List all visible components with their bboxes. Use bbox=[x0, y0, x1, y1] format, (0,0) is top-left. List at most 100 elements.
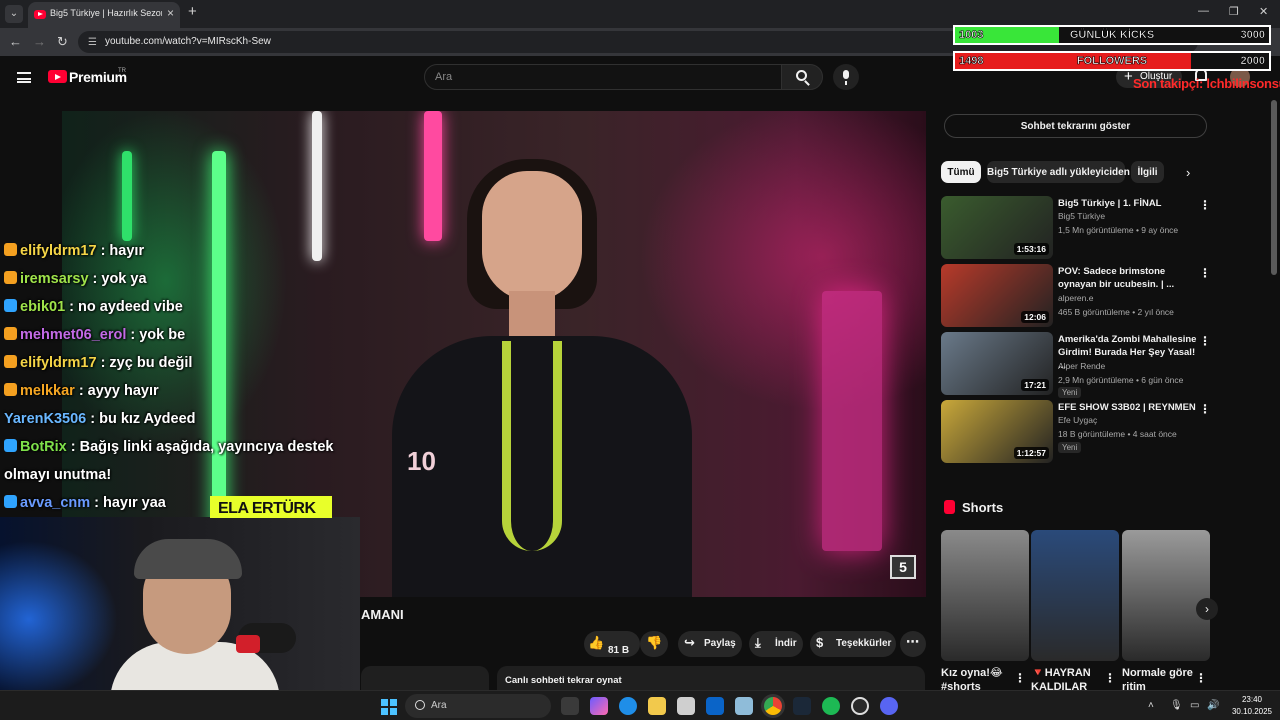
obs-icon[interactable] bbox=[851, 697, 869, 715]
microphone-mount bbox=[236, 635, 260, 653]
chip-label: Tümü bbox=[947, 167, 975, 178]
channel-name[interactable]: Alper Rende bbox=[1058, 361, 1105, 371]
steam-icon[interactable] bbox=[793, 697, 811, 715]
more-icon: ⋯ bbox=[906, 634, 919, 649]
tray-chevron-icon[interactable]: ˄ bbox=[1148, 700, 1154, 711]
download-button[interactable]: ⤓ İndir bbox=[749, 631, 803, 657]
video-title[interactable]: EFE SHOW S3B02 | REYNMEN bbox=[1058, 401, 1198, 414]
page-scrollbar[interactable] bbox=[1271, 100, 1277, 275]
tray-mic-icon[interactable]: 🎙 bbox=[1170, 700, 1183, 711]
chat-text: : ayyy hayır bbox=[78, 383, 159, 399]
chat-text: : yok ya bbox=[92, 271, 147, 287]
video-duration: 17:21 bbox=[1021, 379, 1049, 391]
shorts-next-button[interactable]: › bbox=[1196, 598, 1218, 620]
user-badge-icon bbox=[4, 439, 17, 452]
chip-uploader[interactable]: Big5 Türkiye adlı yükleyiciden bbox=[987, 161, 1130, 183]
recommendation-item[interactable]: 12:06 POV: Sadece brimstone oynayan bir u… bbox=[941, 264, 1211, 327]
goal-bar: 1498 FOLLOWERS 2000 bbox=[953, 51, 1271, 71]
share-icon: ↪ bbox=[684, 635, 695, 650]
like-count: 81 B bbox=[608, 645, 630, 656]
maximize-button[interactable]: ❐ bbox=[1229, 5, 1239, 18]
chat-message: ebik01: no aydeed vibe bbox=[4, 299, 183, 315]
taskbar-search[interactable]: Ara bbox=[405, 694, 551, 718]
show-chat-replay-button[interactable]: Sohbet tekrarını göster bbox=[944, 114, 1207, 138]
neon-light bbox=[312, 111, 322, 261]
neon-light bbox=[822, 291, 882, 551]
taskbar-search-label: Ara bbox=[431, 700, 447, 711]
new-tab-button[interactable]: + bbox=[188, 3, 197, 20]
short-thumbnail[interactable] bbox=[1122, 530, 1210, 661]
site-info-icon[interactable]: ☰ bbox=[88, 37, 97, 48]
back-arrow-icon[interactable]: ← bbox=[9, 34, 22, 49]
video-thumbnail[interactable]: 1:53:16 bbox=[941, 196, 1053, 259]
chip-related[interactable]: İlgili bbox=[1131, 161, 1164, 183]
tab-search-button[interactable]: ⌄ bbox=[5, 5, 23, 23]
chat-message: avva_cnm: hayır yaa bbox=[4, 495, 166, 511]
tray-display-icon[interactable]: ▭ bbox=[1190, 700, 1199, 711]
chevron-right-icon[interactable]: › bbox=[1186, 165, 1190, 180]
dislike-button[interactable]: 👎 bbox=[640, 631, 668, 657]
video-title[interactable]: Big5 Türkiye | 1. FİNAL bbox=[1058, 197, 1198, 210]
search-input[interactable]: Ara bbox=[424, 64, 782, 90]
browser-tab[interactable]: Big5 Türkiye | Hazırlık Sezonu 3 × bbox=[28, 2, 180, 28]
close-window-button[interactable]: ✕ bbox=[1259, 5, 1268, 18]
spotify-icon[interactable] bbox=[822, 697, 840, 715]
more-vert-icon[interactable]: ⋮ bbox=[1199, 334, 1211, 348]
task-view-icon[interactable] bbox=[561, 697, 579, 715]
chat-username: BotRix bbox=[20, 439, 67, 455]
share-button[interactable]: ↪ Paylaş bbox=[678, 631, 742, 657]
network-app-icon[interactable] bbox=[735, 697, 753, 715]
video-thumbnail[interactable]: 1:12:57 bbox=[941, 400, 1053, 463]
more-vert-icon[interactable]: ⋮ bbox=[1199, 198, 1211, 212]
channel-name[interactable]: alperen.e bbox=[1058, 293, 1093, 303]
more-vert-icon[interactable]: ⋮ bbox=[1199, 402, 1211, 416]
channel-name[interactable]: Big5 Türkiye bbox=[1058, 211, 1105, 221]
more-vert-icon[interactable]: ⋮ bbox=[1014, 671, 1026, 685]
windows-taskbar: Ara ˄ 🎙 ▭ 🔊 23:40 30.10.2025 bbox=[0, 690, 1280, 720]
video-title[interactable]: POV: Sadece brimstone oynayan bir ucubes… bbox=[1058, 265, 1198, 291]
user-badge-icon bbox=[4, 327, 17, 340]
recommendation-item[interactable]: 1:12:57 EFE SHOW S3B02 | REYNMEN Efe Uygaç… bbox=[941, 400, 1211, 463]
short-thumbnail[interactable] bbox=[941, 530, 1029, 661]
chat-replay-label: Canlı sohbeti tekrar oynat bbox=[505, 675, 622, 686]
video-thumbnail[interactable]: 12:06 bbox=[941, 264, 1053, 327]
youtube-logo-icon[interactable] bbox=[48, 70, 67, 83]
chat-message: iremsarsy: yok ya bbox=[4, 271, 147, 287]
reload-icon[interactable]: ↻ bbox=[57, 34, 68, 50]
video-thumbnail[interactable]: 17:21 bbox=[941, 332, 1053, 395]
thanks-button[interactable]: $ Teşekkürler bbox=[810, 631, 896, 657]
tray-volume-icon[interactable]: 🔊 bbox=[1207, 700, 1219, 711]
more-vert-icon[interactable]: ⋮ bbox=[1199, 266, 1211, 280]
taskbar-clock[interactable]: 23:40 30.10.2025 bbox=[1228, 694, 1276, 718]
recommendation-item[interactable]: 1:53:16 Big5 Türkiye | 1. FİNAL Big5 Türki… bbox=[941, 196, 1211, 259]
outlook-icon[interactable] bbox=[706, 697, 724, 715]
search-button[interactable] bbox=[781, 64, 823, 90]
chip-all[interactable]: Tümü bbox=[941, 161, 981, 183]
show-chat-label: Sohbet tekrarını göster bbox=[1020, 121, 1131, 132]
forward-arrow-icon[interactable]: → bbox=[33, 34, 46, 49]
channel-name[interactable]: Efe Uygaç bbox=[1058, 415, 1097, 425]
like-button[interactable]: 👍 81 B bbox=[584, 631, 640, 657]
chat-username: ebik01 bbox=[20, 299, 66, 315]
jersey-number: 10 bbox=[407, 446, 436, 476]
minimize-button[interactable]: — bbox=[1198, 5, 1209, 17]
more-vert-icon[interactable]: ⋮ bbox=[1104, 671, 1116, 685]
search-placeholder: Ara bbox=[435, 71, 453, 83]
more-actions-button[interactable]: ⋯ bbox=[900, 631, 926, 657]
chrome-icon[interactable] bbox=[764, 697, 782, 715]
copilot-icon[interactable] bbox=[590, 697, 608, 715]
recommendation-item[interactable]: 17:21 Amerika'da Zombi Mahallesine Girdim… bbox=[941, 332, 1211, 398]
more-vert-icon[interactable]: ⋮ bbox=[1195, 671, 1207, 685]
tab-close-icon[interactable]: × bbox=[167, 6, 174, 20]
edge-icon[interactable] bbox=[619, 697, 637, 715]
start-button-icon[interactable] bbox=[381, 699, 397, 715]
search-icon bbox=[415, 700, 425, 710]
discord-icon[interactable] bbox=[880, 697, 898, 715]
short-thumbnail[interactable] bbox=[1031, 530, 1119, 661]
download-label: İndir bbox=[775, 638, 797, 649]
voice-search-button[interactable] bbox=[833, 64, 859, 90]
menu-icon[interactable] bbox=[17, 72, 31, 83]
user-badge-icon bbox=[4, 271, 17, 284]
file-explorer-icon[interactable] bbox=[648, 697, 666, 715]
store-icon[interactable] bbox=[677, 697, 695, 715]
